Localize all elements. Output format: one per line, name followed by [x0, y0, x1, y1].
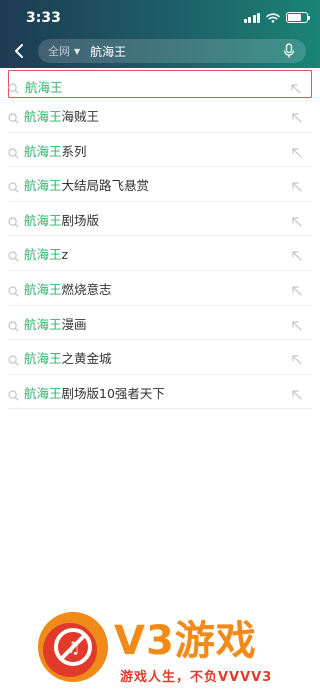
suggestion-item[interactable]: 航海王剧场版 [8, 202, 312, 237]
suggestion-item[interactable]: 航海王系列 [8, 133, 312, 168]
fill-query-arrow-icon[interactable] [291, 108, 302, 123]
search-icon [8, 247, 19, 262]
status-time: 3:33 [26, 10, 61, 26]
back-button[interactable] [6, 38, 32, 64]
fill-query-arrow-icon[interactable] [291, 350, 302, 365]
suggestion-rest: 燃烧意志 [61, 281, 112, 297]
battery-icon [286, 12, 310, 23]
watermark-logo: ♫ [38, 612, 108, 682]
suggestion-item[interactable]: 航海王 [8, 70, 312, 98]
fill-query-arrow-icon[interactable] [291, 246, 302, 261]
suggestion-text: 航海王之黄金城 [24, 348, 112, 367]
suggestion-highlight: 航海王 [25, 80, 63, 95]
suggestion-highlight: 航海王 [24, 316, 62, 332]
suggestion-text: 航海王剧场版10强者天下 [24, 383, 165, 402]
suggestion-text: 航海王z [24, 244, 68, 263]
suggestion-rest: 海贼王 [61, 109, 100, 124]
suggestion-text: 航海王 [25, 77, 63, 96]
suggestion-highlight: 航海王 [24, 212, 62, 228]
status-bar: 3:33 [0, 0, 320, 36]
chevron-left-icon [15, 44, 23, 58]
header: 3:33 全网 ▼ [0, 0, 320, 68]
search-icon [8, 351, 19, 366]
fill-query-arrow-icon[interactable] [291, 281, 302, 296]
suggestion-item[interactable]: 航海王大结局路飞悬赏 [8, 167, 312, 202]
fill-query-arrow-icon[interactable] [291, 316, 302, 331]
suggestion-text: 航海王漫画 [24, 314, 87, 333]
search-icon [8, 178, 19, 193]
search-icon [8, 213, 19, 228]
nav-bar: 全网 ▼ [0, 36, 320, 66]
suggestion-rest: 大结局路飞悬赏 [61, 178, 150, 194]
suggestion-text: 航海王海贼王 [24, 106, 99, 125]
suggestion-item[interactable]: 航海王剧场版10强者天下 [8, 375, 312, 410]
watermark: ♫ V3游戏 游戏人生，不负VVVV3 [0, 598, 320, 692]
search-icon [8, 109, 19, 124]
suggestion-item[interactable]: 航海王燃烧意志 [8, 271, 312, 306]
suggestion-rest: 剧场版10强者天下 [61, 385, 165, 401]
suggestion-highlight: 航海王 [24, 247, 62, 263]
search-input[interactable] [90, 41, 261, 61]
search-icon [8, 317, 19, 332]
search-box: 全网 ▼ [38, 39, 306, 63]
suggestion-item[interactable]: 航海王之黄金城 [8, 340, 312, 375]
search-icon [8, 282, 19, 297]
watermark-brand: V3游戏 [114, 618, 257, 664]
suggestion-text: 航海王大结局路飞悬赏 [24, 175, 149, 194]
suggestion-item[interactable]: 航海王z [8, 236, 312, 271]
status-icons [243, 12, 310, 23]
suggestion-highlight: 航海王 [24, 109, 62, 124]
suggestion-text: 航海王剧场版 [24, 210, 99, 229]
suggestion-text: 航海王系列 [24, 141, 87, 160]
suggestion-list: 航海王 航海王海贼王 航海王系列 航海王大结局路飞悬赏 航海王剧场版 航海王z 航海王燃烧意… [0, 68, 320, 410]
caret-down-icon: ▼ [74, 46, 81, 56]
watermark-slogan: 游戏人生，不负VVVV3 [120, 670, 273, 685]
suggestion-highlight: 航海王 [24, 385, 62, 401]
suggestion-item[interactable]: 航海王海贼王 [8, 98, 312, 133]
fill-query-arrow-icon[interactable] [291, 177, 302, 192]
suggestion-rest: 剧场版 [61, 212, 100, 228]
search-icon [8, 144, 19, 159]
search-icon [8, 79, 19, 94]
suggestion-highlight: 航海王 [24, 143, 62, 159]
fill-query-arrow-icon[interactable] [291, 143, 302, 158]
suggestion-text: 航海王燃烧意志 [24, 279, 112, 298]
suggestion-highlight: 航海王 [24, 281, 62, 297]
suggestion-highlight: 航海王 [24, 178, 62, 194]
suggestion-highlight: 航海王 [24, 351, 62, 367]
suggestion-rest: 之黄金城 [61, 351, 112, 367]
fill-query-arrow-icon[interactable] [291, 212, 302, 227]
fill-query-arrow-icon[interactable] [291, 385, 302, 400]
suggestion-rest: 系列 [61, 143, 87, 159]
search-scope-dropdown[interactable]: 全网 ▼ [48, 43, 80, 59]
fill-query-arrow-icon[interactable] [290, 79, 301, 94]
svg-text:♫: ♫ [66, 638, 80, 657]
suggestion-rest: 漫画 [61, 316, 87, 332]
search-icon [8, 386, 19, 401]
suggestion-rest: z [61, 247, 69, 263]
search-scope-label: 全网 [48, 45, 70, 58]
microphone-icon[interactable] [282, 43, 296, 59]
signal-icon [243, 12, 260, 23]
wifi-icon [266, 12, 280, 23]
suggestion-item[interactable]: 航海王漫画 [8, 306, 312, 341]
